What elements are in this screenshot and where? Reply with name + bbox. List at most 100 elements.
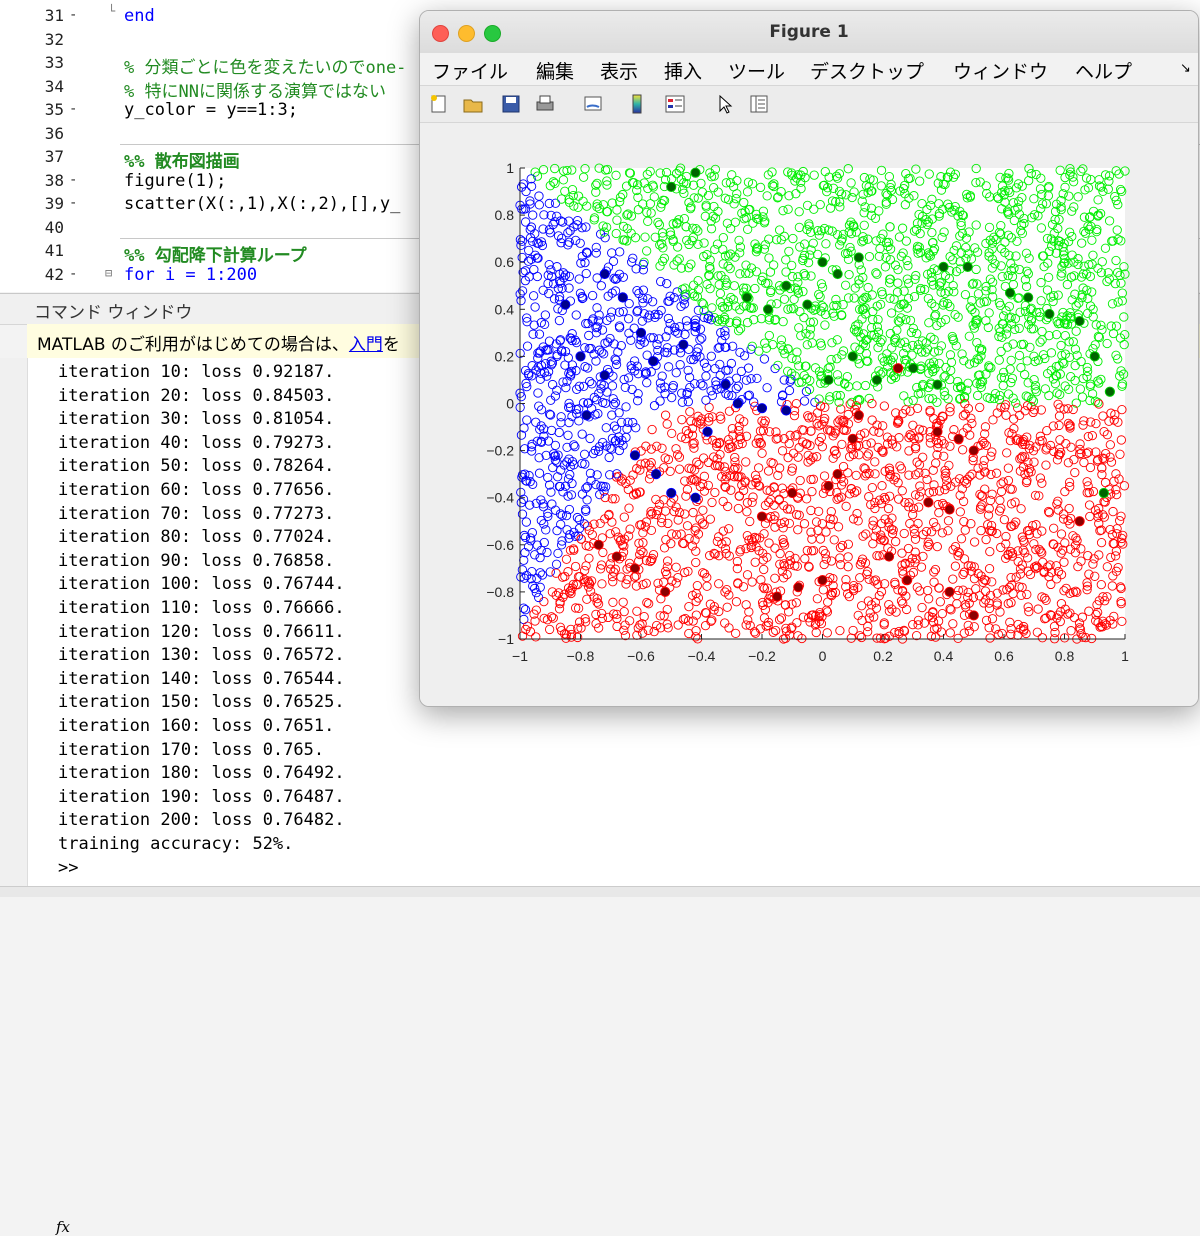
breakpoint-marker[interactable]: - xyxy=(69,172,77,188)
highlighted-point xyxy=(968,610,979,621)
highlighted-point xyxy=(908,363,919,374)
y-tick-label: 0.6 xyxy=(495,254,515,270)
highlighted-point xyxy=(611,551,622,562)
highlighted-point xyxy=(772,591,783,602)
output-line: iteration 180: loss 0.76492. xyxy=(58,763,345,784)
highlighted-point xyxy=(581,410,592,421)
highlighted-point xyxy=(1023,292,1034,303)
highlighted-point xyxy=(823,480,834,492)
code-line[interactable]: for i = 1:200 xyxy=(124,265,257,285)
code-line[interactable]: figure(1); xyxy=(124,171,226,191)
print-icon[interactable] xyxy=(534,93,556,115)
menu-help[interactable]: ヘルプ xyxy=(1075,57,1132,84)
output-line: iteration 130: loss 0.76572. xyxy=(58,645,345,666)
x-tick-label: −0.2 xyxy=(748,648,776,664)
legend-icon[interactable] xyxy=(664,93,686,115)
breakpoint-marker[interactable]: - xyxy=(69,266,77,282)
code-line[interactable]: % 分類ごとに色を変えたいのでone- xyxy=(124,53,406,78)
highlighted-point xyxy=(635,327,647,338)
output-line: iteration 150: loss 0.76525. xyxy=(58,692,345,713)
output-line: iteration 50: loss 0.78264. xyxy=(58,456,335,477)
highlighted-point xyxy=(938,261,949,273)
highlighted-point xyxy=(1044,308,1055,320)
highlighted-point xyxy=(847,433,858,444)
highlighted-point xyxy=(1089,351,1100,362)
highlighted-point xyxy=(932,426,943,437)
editor-gutter: 31-32 33 34 35-36 37 38-39-40 41 42- xyxy=(0,0,100,292)
output-line: iteration 70: loss 0.77273. xyxy=(58,503,335,524)
menu-window[interactable]: ウィンドウ xyxy=(953,57,1048,84)
highlighted-point xyxy=(702,426,713,437)
fx-icon[interactable]: fx xyxy=(56,1218,70,1236)
output-line: iteration 20: loss 0.84503. xyxy=(58,385,335,406)
x-tick-label: −0.6 xyxy=(627,648,655,664)
highlighted-point xyxy=(823,374,834,386)
highlighted-point xyxy=(720,379,731,390)
highlighted-point xyxy=(678,339,689,350)
code-line[interactable]: end xyxy=(124,6,155,26)
figure-window[interactable]: Figure 1 ファイル 編集 表示 挿入 ツール デスクトップ ウィンドウ … xyxy=(419,10,1199,707)
fold-toggle-icon[interactable]: ⊟ xyxy=(105,266,112,280)
highlighted-point xyxy=(560,299,571,310)
output-line: iteration 30: loss 0.81054. xyxy=(58,409,335,430)
plot-area[interactable]: −1 −0.8 −0.6 −0.4 −0.2 0 0.2 0.4 0.6 0.8 1 −1 −0.8 −0… xyxy=(420,123,1198,706)
scatter-plot[interactable]: −1 −0.8 −0.6 −0.4 −0.2 0 0.2 0.4 0.6 0.8 1 −1 −0.8 −0… xyxy=(420,123,1198,706)
line-number: 42 xyxy=(44,264,64,284)
highlighted-point xyxy=(781,280,792,291)
y-tick-label: −0.4 xyxy=(486,490,514,506)
menu-file[interactable]: ファイル xyxy=(432,57,508,84)
command-window-left-strip xyxy=(0,358,27,888)
y-tick-label: 1 xyxy=(506,160,514,176)
highlighted-point xyxy=(690,167,701,178)
code-line[interactable]: %% 散布図描画 xyxy=(124,147,240,172)
highlighted-point xyxy=(648,356,659,367)
open-icon[interactable] xyxy=(462,93,484,115)
menu-edit[interactable]: 編集 xyxy=(536,57,574,84)
breakpoint-marker[interactable]: - xyxy=(69,195,77,211)
menu-desktop[interactable]: デスクトップ xyxy=(810,57,924,84)
link-icon[interactable] xyxy=(582,93,604,115)
code-line[interactable]: scatter(X(:,1),X(:,2),[],y_ xyxy=(124,194,400,214)
x-tick-label: −0.4 xyxy=(688,648,716,664)
x-tick-label: 0.2 xyxy=(873,648,893,664)
breakpoint-marker[interactable]: - xyxy=(69,7,77,23)
line-number: 38 xyxy=(44,170,64,190)
highlighted-point xyxy=(932,379,943,390)
highlighted-point xyxy=(802,299,813,310)
highlighted-point xyxy=(1104,386,1115,397)
getting-started-link[interactable]: 入門 xyxy=(349,335,383,355)
output-line: iteration 40: loss 0.79273. xyxy=(58,432,335,453)
command-prompt[interactable]: >> xyxy=(58,858,78,878)
colorbar-icon[interactable] xyxy=(626,93,648,115)
highlighted-point xyxy=(651,469,662,480)
status-bar xyxy=(0,886,1200,897)
line-number: 35 xyxy=(44,100,64,119)
code-line[interactable]: % 特にNNに関係する演算ではない xyxy=(124,77,386,102)
highlighted-point xyxy=(923,497,934,508)
figure-toolbar xyxy=(420,86,1198,123)
figure-titlebar[interactable]: Figure 1 xyxy=(420,11,1198,54)
breakpoint-marker[interactable]: - xyxy=(69,101,77,117)
save-icon[interactable] xyxy=(500,93,522,115)
highlighted-point xyxy=(817,257,828,268)
output-line: iteration 90: loss 0.76858. xyxy=(58,550,335,571)
menu-tools[interactable]: ツール xyxy=(728,57,785,84)
y-tick-label: 0.8 xyxy=(495,207,515,223)
code-line[interactable]: %% 勾配降下計算ループ xyxy=(124,241,307,266)
menu-overflow-icon[interactable]: ↘ xyxy=(1180,61,1191,76)
output-line: iteration 200: loss 0.76482. xyxy=(58,810,345,831)
highlighted-point xyxy=(617,292,628,303)
output-line: iteration 80: loss 0.77024. xyxy=(58,527,335,548)
property-editor-icon[interactable] xyxy=(748,93,770,115)
output-line: iteration 110: loss 0.76666. xyxy=(58,598,345,618)
code-line[interactable]: y_color = y==1:3; xyxy=(124,100,298,120)
y-tick-label: −0.6 xyxy=(486,537,514,553)
line-number: 37 xyxy=(44,147,64,166)
highlighted-point xyxy=(853,252,864,263)
y-tick-label: −0.8 xyxy=(486,584,514,600)
highlighted-point xyxy=(629,450,641,461)
new-figure-icon[interactable] xyxy=(428,93,450,115)
menu-insert[interactable]: 挿入 xyxy=(664,57,702,84)
menu-view[interactable]: 表示 xyxy=(600,57,638,84)
pointer-icon[interactable] xyxy=(714,93,736,115)
